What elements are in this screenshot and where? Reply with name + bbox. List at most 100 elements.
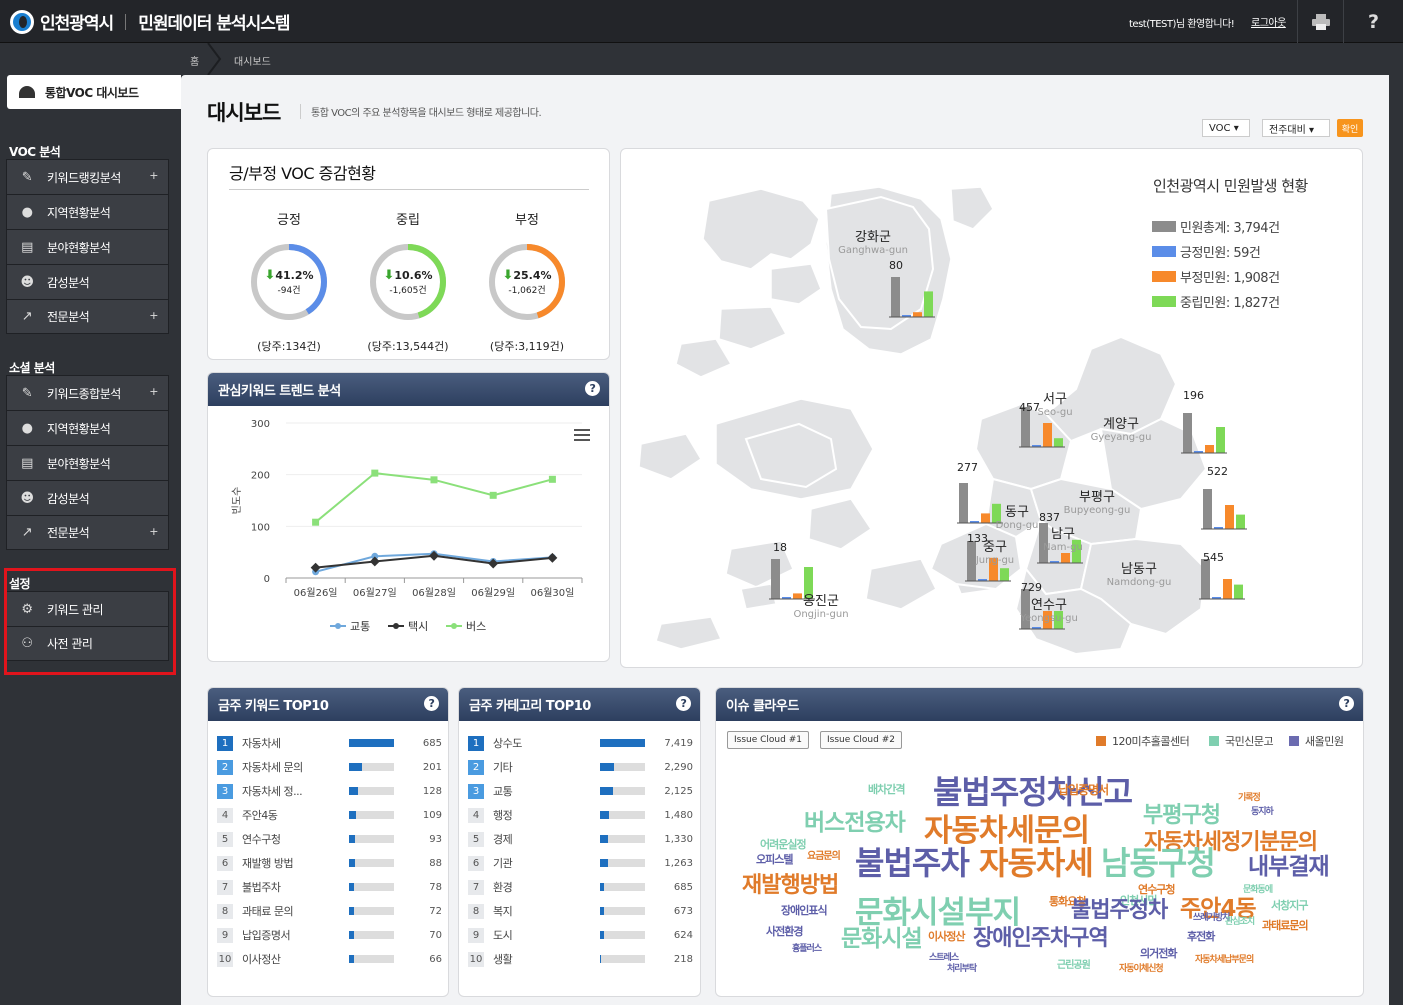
cloud-word[interactable]: 불법주차 bbox=[855, 847, 970, 879]
cloud-word[interactable]: 배차간격 bbox=[868, 784, 905, 795]
cloud-word[interactable]: 문화시설 bbox=[841, 928, 923, 951]
keyword-help-icon[interactable]: ? bbox=[424, 696, 439, 711]
cloud-word[interactable]: 스트레스 bbox=[929, 954, 959, 963]
district-label[interactable]: 강화군 Ganghwa-gun bbox=[833, 230, 913, 256]
cloud-word[interactable]: 문화시설부지 bbox=[855, 898, 1021, 929]
cloud-help-icon[interactable]: ? bbox=[1339, 696, 1354, 711]
category-help-icon[interactable]: ? bbox=[676, 696, 691, 711]
rank-row[interactable]: 5 경제 1,330 bbox=[468, 827, 696, 851]
sidebar-item[interactable]: ✎ 키워드랭킹분석 + bbox=[6, 159, 169, 194]
district-label[interactable]: 연수구 Yeongsu-gu bbox=[1009, 598, 1089, 624]
gauge-change: -94건 bbox=[277, 286, 301, 296]
cloud-word[interactable]: 문화동에 bbox=[1243, 886, 1273, 895]
cloud-word[interactable]: 오피스텔 bbox=[756, 854, 793, 865]
legend-item[interactable]: 교통 bbox=[330, 620, 370, 633]
rank-row[interactable]: 5 연수구청 93 bbox=[217, 827, 445, 851]
rank-row[interactable]: 4 주안4동 109 bbox=[217, 803, 445, 827]
legend-item[interactable]: 택시 bbox=[388, 620, 428, 633]
cloud-word[interactable]: 내부결재 bbox=[1248, 856, 1330, 879]
issue-cloud-1-tab[interactable]: Issue Cloud #1 bbox=[727, 731, 809, 749]
sidebar-item[interactable]: ▤ 분야현황분석 bbox=[6, 445, 169, 480]
cloud-word[interactable]: 부평구청 bbox=[1143, 805, 1221, 827]
chart-menu-icon[interactable] bbox=[574, 429, 590, 441]
rank-row[interactable]: 1 상수도 7,419 bbox=[468, 731, 696, 755]
sidebar-dashboard-tab[interactable]: 통합VOC 대시보드 bbox=[7, 75, 181, 109]
expand-plus-icon[interactable]: + bbox=[149, 385, 158, 398]
rank-row[interactable]: 10 생활 218 bbox=[468, 947, 696, 971]
cloud-word[interactable]: 자동차세 bbox=[979, 847, 1094, 879]
sidebar-item[interactable]: ↗ 전문분석 + bbox=[6, 299, 169, 334]
rank-row[interactable]: 8 과태료 문의 72 bbox=[217, 899, 445, 923]
cloud-word[interactable]: 관심조치 bbox=[1225, 918, 1255, 927]
cloud-word[interactable]: 재발행방법 bbox=[742, 875, 839, 897]
district-label[interactable]: 계양구 Gyeyang-gu bbox=[1081, 417, 1161, 443]
cloud-word[interactable]: 불법주정차 bbox=[1071, 900, 1168, 922]
breadcrumb-home[interactable]: 홈 bbox=[190, 53, 199, 68]
district-label[interactable]: 옹진군 Ongjin-gun bbox=[781, 594, 861, 620]
rank-row[interactable]: 9 납입증명서 70 bbox=[217, 923, 445, 947]
cloud-word[interactable]: 근린공원 bbox=[1057, 961, 1091, 971]
rank-bar-fill bbox=[600, 907, 605, 915]
sidebar-item[interactable]: ▤ 분야현황분석 bbox=[6, 229, 169, 264]
cloud-word[interactable]: 장애인표식 bbox=[781, 905, 828, 916]
rank-row[interactable]: 3 교통 2,125 bbox=[468, 779, 696, 803]
rank-row[interactable]: 4 행정 1,480 bbox=[468, 803, 696, 827]
cloud-word[interactable]: 자동차세납부문의 bbox=[1195, 956, 1254, 965]
legend-item[interactable]: 버스 bbox=[446, 620, 486, 633]
district-label[interactable]: 남동구 Namdong-gu bbox=[1099, 562, 1179, 588]
rank-row[interactable]: 7 환경 685 bbox=[468, 875, 696, 899]
rank-row[interactable]: 3 자동차세 정... 128 bbox=[217, 779, 445, 803]
expand-plus-icon[interactable]: + bbox=[149, 169, 158, 182]
cloud-word[interactable]: 자동차세문의 bbox=[924, 816, 1090, 847]
rank-bar-fill bbox=[349, 835, 356, 843]
sidebar-item[interactable]: ☻ 감성분석 bbox=[6, 480, 169, 515]
district-label[interactable]: 서구 Seo-gu bbox=[1015, 392, 1095, 418]
rank-row[interactable]: 10 이사정산 66 bbox=[217, 947, 445, 971]
sidebar-item[interactable]: ● 지역현황분석 bbox=[6, 194, 169, 229]
expand-plus-icon[interactable]: + bbox=[149, 309, 158, 322]
cloud-word[interactable]: 장애인주차구역 bbox=[973, 928, 1109, 950]
cloud-word[interactable]: 서창지구 bbox=[1271, 900, 1308, 911]
cloud-word[interactable]: 동지하 bbox=[1251, 808, 1274, 817]
cloud-word[interactable]: 버스전용차 bbox=[804, 812, 906, 835]
rank-row[interactable]: 2 자동차세 문의 201 bbox=[217, 755, 445, 779]
rank-row[interactable]: 7 불법주차 78 bbox=[217, 875, 445, 899]
sidebar-item[interactable]: ● 지역현황분석 bbox=[6, 410, 169, 445]
period-select[interactable]: 전주대비 ▾ bbox=[1262, 119, 1330, 137]
cloud-word[interactable]: 사전환경 bbox=[766, 926, 803, 937]
print-button[interactable] bbox=[1297, 0, 1343, 43]
district-label[interactable]: 부평구 Bupyeong-gu bbox=[1057, 490, 1137, 516]
district-label[interactable]: 남구 Nam-gu bbox=[1023, 527, 1103, 553]
rank-row[interactable]: 6 재발행 방법 88 bbox=[217, 851, 445, 875]
sidebar-item[interactable]: ☻ 감성분석 bbox=[6, 264, 169, 299]
rank-row[interactable]: 9 도시 624 bbox=[468, 923, 696, 947]
cloud-word[interactable]: 이사정산 bbox=[928, 931, 965, 942]
source-select[interactable]: VOC ▾ bbox=[1202, 119, 1250, 137]
cloud-word[interactable]: 쓰레기방치 bbox=[1193, 914, 1230, 923]
rank-row[interactable]: 8 복지 673 bbox=[468, 899, 696, 923]
expand-plus-icon[interactable]: + bbox=[149, 525, 158, 538]
cloud-word[interactable]: 어려운실정 bbox=[760, 839, 807, 850]
cloud-word[interactable]: 납입증명서 bbox=[1058, 784, 1109, 796]
cloud-word[interactable]: 기록정 bbox=[1238, 794, 1261, 803]
rank-row[interactable]: 6 기관 1,263 bbox=[468, 851, 696, 875]
trend-help-icon[interactable]: ? bbox=[585, 381, 600, 396]
cloud-word[interactable]: 후전화 bbox=[1187, 931, 1215, 942]
cloud-word[interactable]: 과태료문의 bbox=[1262, 920, 1309, 931]
rank-row[interactable]: 1 자동차세 685 bbox=[217, 731, 445, 755]
cloud-word[interactable]: 의거전화 bbox=[1140, 948, 1177, 959]
help-button[interactable]: ? bbox=[1343, 0, 1403, 43]
cloud-word[interactable]: 남동구청 bbox=[1101, 847, 1216, 879]
cloud-word[interactable]: 처리부탁 bbox=[947, 965, 977, 974]
sidebar-item[interactable]: ✎ 키워드종합분석 + bbox=[6, 375, 169, 410]
sidebar-item[interactable]: ↗ 전문분석 + bbox=[6, 515, 169, 550]
cloud-word[interactable]: 자동이체신청 bbox=[1119, 965, 1164, 974]
confirm-button[interactable]: 확인 bbox=[1337, 119, 1363, 137]
issue-cloud-2-tab[interactable]: Issue Cloud #2 bbox=[820, 731, 902, 749]
cloud-word[interactable]: 요금문의 bbox=[807, 852, 841, 862]
cloud-word[interactable]: 흉플러스 bbox=[792, 945, 822, 954]
logout-link[interactable]: 로그아웃 bbox=[1251, 14, 1286, 29]
rank-bar bbox=[349, 931, 394, 939]
rank-row[interactable]: 2 기타 2,290 bbox=[468, 755, 696, 779]
logo[interactable]: 인천광역시 민원데이터 분석시스템 bbox=[10, 9, 291, 34]
